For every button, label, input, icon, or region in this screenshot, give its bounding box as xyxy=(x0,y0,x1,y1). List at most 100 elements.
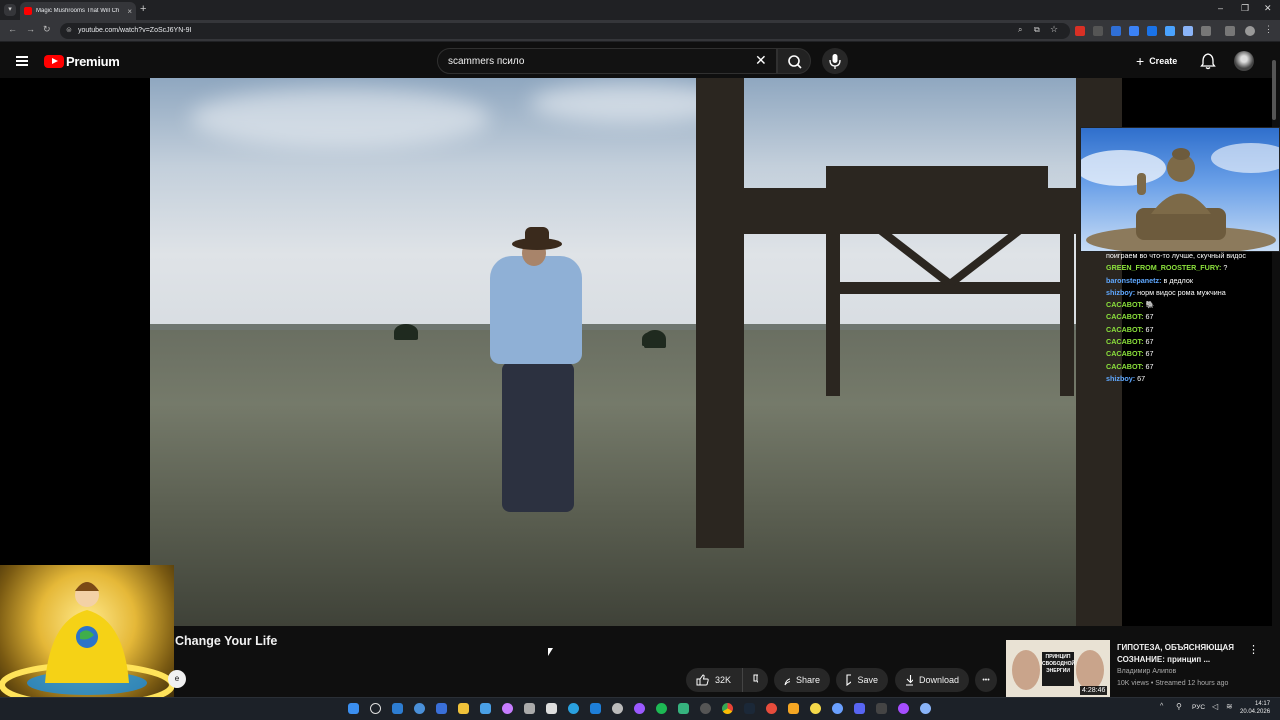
profile-icon[interactable] xyxy=(1245,26,1255,36)
taskbar-app-icon[interactable] xyxy=(700,703,711,714)
youtube-logo-icon[interactable] xyxy=(44,55,64,68)
taskbar-app-icon[interactable] xyxy=(678,703,689,714)
taskbar-app-icon[interactable] xyxy=(612,703,623,714)
chrome-icon[interactable] xyxy=(722,703,733,714)
mouse-cursor-icon xyxy=(548,648,553,656)
taskbar-app-icon[interactable] xyxy=(788,703,799,714)
windows-start-icon[interactable] xyxy=(348,703,359,714)
discord-icon[interactable] xyxy=(854,703,865,714)
voice-search-button[interactable] xyxy=(822,48,848,74)
tray-clock[interactable]: 14:17 20.04.2026 xyxy=(1240,700,1270,716)
hamburger-menu-icon[interactable] xyxy=(16,56,28,66)
recommended-channel[interactable]: Владимир Алипов xyxy=(1117,668,1176,675)
keyboard-language[interactable]: РУС xyxy=(1192,704,1205,711)
channel-avatar[interactable]: e xyxy=(168,670,186,688)
extension-icon[interactable] xyxy=(1147,26,1157,36)
download-tray-icon[interactable] xyxy=(1225,26,1235,36)
chat-message: CACABOT: 67 xyxy=(1106,311,1271,323)
minimize-button[interactable]: – xyxy=(1218,3,1223,13)
file-explorer-icon[interactable] xyxy=(458,703,469,714)
forward-icon[interactable]: → xyxy=(26,24,35,34)
telegram-icon[interactable] xyxy=(568,703,579,714)
taskbar-app-icon[interactable] xyxy=(436,703,447,714)
extension-icon[interactable] xyxy=(1165,26,1175,36)
live-chat-overlay: поиграем во что-то лучше, скучный видос … xyxy=(1106,250,1271,385)
tray-app-icon[interactable]: ⚲ xyxy=(1176,702,1182,711)
video-person-hat xyxy=(512,227,562,250)
taskbar-app-icon[interactable] xyxy=(898,703,909,714)
window-close-button[interactable]: ✕ xyxy=(1264,3,1272,14)
taskbar-app-icon[interactable] xyxy=(832,703,843,714)
dislike-button[interactable] xyxy=(742,668,768,692)
create-button[interactable]: + Create xyxy=(1130,50,1190,72)
extension-icon[interactable] xyxy=(1075,26,1085,36)
extension-icon[interactable] xyxy=(1129,26,1139,36)
clear-search-icon[interactable]: ✕ xyxy=(755,52,767,69)
like-button[interactable]: 32K xyxy=(686,668,742,692)
taskbar-app-icon[interactable] xyxy=(766,703,777,714)
like-count: 32K xyxy=(715,675,732,685)
create-label: Create xyxy=(1149,56,1178,66)
tab-list-button[interactable]: ▾ xyxy=(4,4,16,16)
video-title: Change Your Life xyxy=(175,634,278,648)
download-button[interactable]: Download xyxy=(895,668,969,692)
youtube-logo-text[interactable]: Premium xyxy=(66,54,120,69)
account-avatar[interactable] xyxy=(1234,51,1254,71)
search-input[interactable] xyxy=(448,49,748,73)
taskbar-app-icon[interactable] xyxy=(590,703,601,714)
plus-icon: + xyxy=(1136,53,1145,69)
url-field[interactable]: youtube.com/watch?v=ZoScJ6YN-9I xyxy=(60,23,1070,39)
taskbar-app-icon[interactable] xyxy=(876,703,887,714)
chat-text: 67 xyxy=(1145,349,1154,359)
notifications-bell-icon[interactable] xyxy=(1200,52,1216,75)
video-player[interactable] xyxy=(150,78,1122,626)
taskbar-app-icon[interactable] xyxy=(414,703,425,714)
taskbar-app-icon[interactable] xyxy=(502,703,513,714)
zoom-icon[interactable]: ⌕ xyxy=(1018,25,1022,35)
share-icon xyxy=(784,677,790,685)
search-box[interactable] xyxy=(437,48,777,74)
chat-message: CACABOT: 67 xyxy=(1106,324,1271,336)
back-icon[interactable]: ← xyxy=(8,24,17,34)
chat-message: CACABOT: 67 xyxy=(1106,336,1271,348)
new-tab-button[interactable]: + xyxy=(140,3,146,15)
network-icon[interactable]: ≋ xyxy=(1226,702,1233,711)
tab-close-button[interactable]: × xyxy=(127,7,132,16)
cast-icon[interactable]: ⧉ xyxy=(1034,25,1040,35)
extension-icon[interactable] xyxy=(1183,26,1193,36)
taskbar-app-icon[interactable] xyxy=(634,703,645,714)
extension-icon[interactable] xyxy=(1111,26,1121,36)
recommended-more-icon[interactable]: ⋮ xyxy=(1248,643,1259,656)
taskbar-app-icon[interactable] xyxy=(480,703,491,714)
buddha-statue-image xyxy=(1080,127,1280,252)
more-actions-button[interactable]: ••• xyxy=(975,668,997,692)
taskbar-app-icon[interactable] xyxy=(546,703,557,714)
taskbar-app-icon[interactable] xyxy=(810,703,821,714)
scrollbar-thumb[interactable] xyxy=(1272,60,1276,120)
browser-tab-active[interactable]: Magic Mushrooms That Will Ch × xyxy=(20,2,136,20)
widgets-icon[interactable] xyxy=(392,703,403,714)
extension-icon[interactable] xyxy=(1093,26,1103,36)
settings-gear-icon[interactable] xyxy=(920,703,931,714)
spotify-icon[interactable] xyxy=(656,703,667,714)
save-button[interactable]: Save xyxy=(836,668,888,692)
maximize-button[interactable]: ❐ xyxy=(1241,3,1249,14)
video-wooden-beam xyxy=(826,166,1048,188)
taskbar-app-icon[interactable] xyxy=(524,703,535,714)
video-cloud xyxy=(190,88,490,148)
extensions-puzzle-icon[interactable] xyxy=(1201,26,1211,36)
reload-icon[interactable]: ↻ xyxy=(43,24,51,35)
download-label: Download xyxy=(918,675,959,685)
search-button[interactable] xyxy=(777,48,811,74)
bookmark-star-icon[interactable]: ☆ xyxy=(1050,24,1058,35)
browser-menu-icon[interactable]: ⋮ xyxy=(1264,24,1273,35)
steam-icon[interactable] xyxy=(744,703,755,714)
chat-username: shizboy: xyxy=(1106,373,1136,383)
tray-chevron-icon[interactable]: ^ xyxy=(1160,703,1163,710)
chat-username: GREEN_FROM_ROOSTER_FURY: xyxy=(1106,263,1222,273)
volume-icon[interactable]: ◁ xyxy=(1212,702,1218,711)
site-info-icon[interactable]: ⊜ xyxy=(66,26,72,34)
taskbar-search-icon[interactable] xyxy=(370,703,381,714)
share-button[interactable]: Share xyxy=(774,668,830,692)
recommended-title[interactable]: ГИПОТЕЗА, ОБЪЯСНЯЮЩАЯ СОЗНАНИЕ: принцип … xyxy=(1117,642,1247,666)
